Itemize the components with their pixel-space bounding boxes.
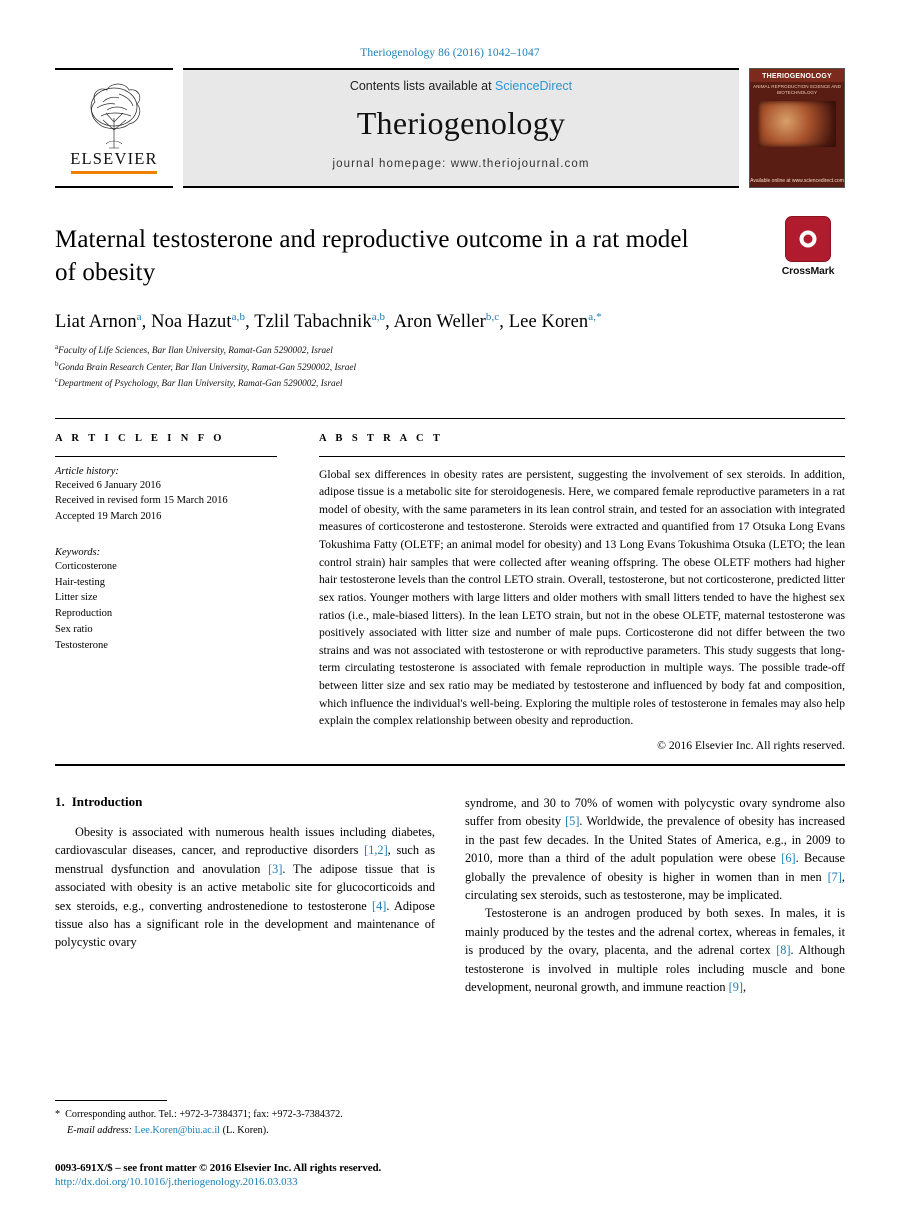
author-name: Noa Hazut [151, 312, 232, 333]
intro-paragraph-left: Obesity is associated with numerous heal… [55, 823, 435, 952]
corresponding-author-footnote: * Corresponding author. Tel.: +972-3-7384… [55, 1100, 445, 1138]
affiliation-text: Gonda Brain Research Center, Bar Ilan Un… [58, 362, 357, 373]
paragraph-text: , [742, 980, 747, 995]
affiliation-text: Faculty of Life Sciences, Bar Ilan Unive… [58, 346, 333, 357]
cover-footer: Available online at www.sciencedirect.co… [750, 178, 844, 184]
citation-link[interactable]: [8] [776, 943, 790, 957]
body-columns: 1. Introduction Obesity is associated wit… [55, 794, 845, 997]
sciencedirect-link[interactable]: ScienceDirect [495, 79, 572, 93]
crossmark-label: CrossMark [781, 265, 835, 277]
keyword-item: Reproduction [55, 608, 113, 620]
footnote-rule [55, 1100, 167, 1102]
journal-title: Theriogenology [356, 105, 566, 141]
paper-page: Theriogenology 86 (2016) 1042–1047 ELSEV… [0, 0, 900, 1230]
elsevier-orange-bar [71, 171, 157, 174]
keyword-item: Testosterone [55, 639, 108, 651]
affiliation-list: aFaculty of Life Sciences, Bar Ilan Univ… [55, 342, 845, 392]
citation-link[interactable]: [9] [729, 980, 743, 994]
author-list: Liat Arnona, Noa Hazuta,b, Tzlil Tabachn… [55, 311, 602, 333]
author-name: Aron Weller [393, 312, 486, 333]
keywords-label: Keywords: [55, 546, 101, 558]
affiliation-text: Department of Psychology, Bar Ilan Unive… [58, 379, 343, 390]
author-affiliation-marker: a,b [371, 311, 386, 323]
citation-link[interactable]: [6] [781, 851, 795, 865]
elsevier-wordmark: ELSEVIER [70, 149, 158, 168]
elsevier-tree-icon [73, 72, 155, 152]
intro-paragraph-right-2: Testosterone is an androgen produced by … [465, 904, 845, 996]
footnote-corresponding-text: Corresponding author. Tel.: +972-3-73843… [65, 1109, 343, 1121]
citation-link[interactable]: [7] [828, 870, 842, 884]
cover-title: THERIOGENOLOGY [750, 69, 844, 82]
section-heading-introduction: 1. Introduction [55, 794, 435, 810]
citation-link[interactable]: [4] [372, 899, 386, 913]
crossmark-badge[interactable]: CrossMark [771, 216, 845, 277]
article-history-label: Article history: [55, 465, 119, 477]
keywords-block: Keywords: Corticosterone Hair-testing Li… [55, 547, 277, 654]
journal-banner: Contents lists available at ScienceDirec… [183, 68, 739, 188]
citation-link[interactable]: [1,2] [364, 843, 388, 857]
footnote-corresponding-line: * Corresponding author. Tel.: +972-3-7384… [55, 1107, 445, 1122]
abstract-text: Global sex differences in obesity rates … [319, 467, 845, 728]
abstract-heading: A B S T R A C T [319, 432, 444, 444]
abstract-copyright: © 2016 Elsevier Inc. All rights reserved… [657, 738, 845, 752]
contents-prefix: Contents lists available at [349, 79, 496, 93]
abstract-rule [319, 455, 845, 457]
keyword-item: Corticosterone [55, 560, 117, 572]
section-title: Introduction [71, 793, 143, 809]
body-column-right: syndrome, and 30 to 70% of women with po… [465, 794, 845, 997]
keyword-item: Litter size [55, 592, 98, 604]
author-affiliation-marker: a,b [231, 311, 246, 323]
email-address-label: E-mail address: [67, 1124, 132, 1136]
keyword-item: Hair-testing [55, 576, 105, 588]
body-column-left: 1. Introduction Obesity is associated wit… [55, 794, 435, 997]
section-number: 1. [55, 793, 65, 809]
affiliation-line: cDepartment of Psychology, Bar Ilan Univ… [55, 375, 845, 392]
email-owner: (L. Koren). [222, 1124, 269, 1136]
cover-photo [758, 101, 836, 148]
history-revised: Received in revised form 15 March 2016 [55, 495, 228, 507]
affiliation-line: bGonda Brain Research Center, Bar Ilan U… [55, 359, 845, 376]
contents-available-line: Contents lists available at ScienceDirec… [350, 79, 572, 93]
journal-cover-thumbnail: THERIOGENOLOGY ANIMAL REPRODUCTION SCIEN… [749, 68, 845, 188]
history-received: Received 6 January 2016 [55, 479, 161, 491]
abstract-divider-bottom [55, 763, 845, 766]
author-affiliation-marker: a [136, 311, 142, 323]
citation-link[interactable]: [5] [565, 814, 579, 828]
article-info-heading: A R T I C L E I N F O [55, 432, 225, 444]
email-link[interactable]: Lee.Koren@biu.ac.il [135, 1125, 220, 1136]
title-block: Maternal testosterone and reproductive o… [55, 216, 845, 289]
author-affiliation-marker: b,c [485, 311, 500, 323]
info-abstract-row: A R T I C L E I N F O Article history: R… [55, 419, 845, 752]
author-affiliation-marker: a,* [588, 311, 602, 323]
author-name: Lee Koren [508, 312, 589, 333]
journal-homepage[interactable]: journal homepage: www.theriojournal.com [332, 158, 589, 170]
page-title: Maternal testosterone and reproductive o… [55, 226, 689, 286]
doi-link[interactable]: http://dx.doi.org/10.1016/j.theriogenolo… [55, 1176, 475, 1188]
history-accepted: Accepted 19 March 2016 [55, 511, 162, 523]
article-info-rule [55, 455, 277, 457]
crossmark-icon [785, 216, 831, 262]
journal-masthead: ELSEVIER Contents lists available at Sci… [55, 68, 845, 188]
author-name: Tzlil Tabachnik [254, 312, 372, 333]
footnote-email-line: E-mail address: Lee.Koren@biu.ac.il (L. … [55, 1123, 445, 1138]
article-info-column: A R T I C L E I N F O Article history: R… [55, 419, 297, 752]
elsevier-logo: ELSEVIER [55, 68, 173, 188]
affiliation-line: aFaculty of Life Sciences, Bar Ilan Univ… [55, 342, 845, 359]
author-name: Liat Arnon [55, 312, 137, 333]
cover-subtitle: ANIMAL REPRODUCTION SCIENCE AND BIOTECHN… [753, 84, 841, 96]
intro-paragraph-right-continued: syndrome, and 30 to 70% of women with po… [465, 794, 845, 905]
page-footer: 0093-691X/$ – see front matter © 2016 El… [55, 1162, 475, 1188]
abstract-column: A B S T R A C T Global sex differences i… [297, 419, 845, 752]
running-head: Theriogenology 86 (2016) 1042–1047 [360, 47, 540, 59]
issn-copyright-line: 0093-691X/$ – see front matter © 2016 El… [55, 1162, 382, 1174]
keyword-item: Sex ratio [55, 623, 93, 635]
citation-link[interactable]: [3] [268, 862, 282, 876]
footnote-star: * [55, 1109, 61, 1121]
